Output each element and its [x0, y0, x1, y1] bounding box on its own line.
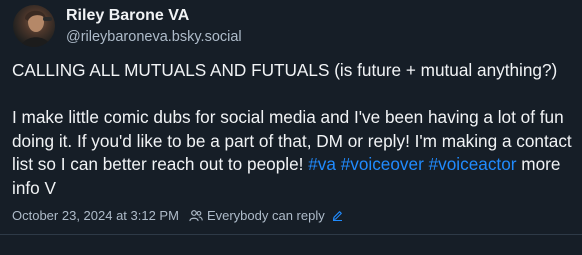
- post-paragraph: CALLING ALL MUTUALS AND FUTUALS (is futu…: [12, 60, 558, 80]
- reply-setting-button[interactable]: Everybody can reply: [189, 208, 343, 223]
- reply-setting-label: Everybody can reply: [206, 208, 325, 223]
- hashtag-link[interactable]: #va: [308, 154, 336, 174]
- hashtag-link[interactable]: #voiceactor: [429, 154, 517, 174]
- post-text: CALLING ALL MUTUALS AND FUTUALS (is futu…: [12, 59, 574, 200]
- hashtag-link[interactable]: #voiceover: [341, 154, 424, 174]
- author-handle[interactable]: @rileybaroneva.bsky.social: [66, 29, 242, 45]
- post-paragraph: I make little comic dubs for social medi…: [12, 106, 574, 200]
- divider: [0, 234, 582, 235]
- author-display-name[interactable]: Riley Barone VA: [66, 7, 189, 25]
- people-icon: [189, 209, 203, 222]
- post-card: Riley Barone VA @rileybaroneva.bsky.soci…: [0, 0, 582, 255]
- post-timestamp[interactable]: October 23, 2024 at 3:12 PM: [12, 208, 179, 223]
- post-meta: October 23, 2024 at 3:12 PM Everybody ca…: [12, 208, 343, 223]
- avatar-image: [21, 10, 52, 47]
- avatar[interactable]: [13, 5, 55, 47]
- pencil-icon[interactable]: [332, 210, 343, 221]
